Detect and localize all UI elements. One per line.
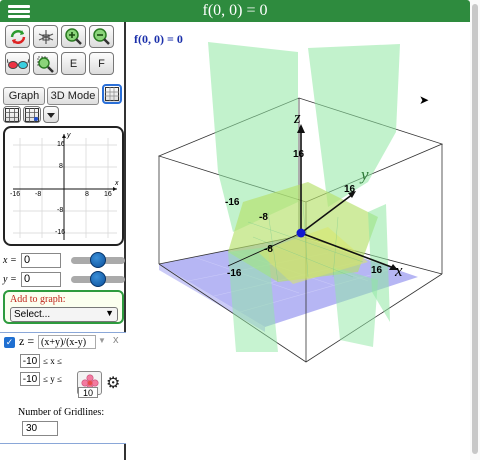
y-axis-label: y <box>361 165 369 184</box>
y-range-label: ≤ y ≤ <box>43 374 62 384</box>
x-min-input[interactable]: -10 <box>20 354 40 368</box>
y-min-input[interactable]: -10 <box>20 372 40 386</box>
rotate-icon[interactable] <box>5 25 30 48</box>
x-axis-label: x <box>395 261 403 280</box>
mini-x-tick: 8 <box>85 191 89 198</box>
grid-plain-icon[interactable] <box>3 106 21 123</box>
mini-y-tick: -8 <box>57 207 64 214</box>
function-value-label: f(0, 0) = 0 <box>134 32 183 46</box>
x-value-input[interactable]: 0 <box>21 252 61 268</box>
scrollbar-thumb[interactable] <box>472 4 478 454</box>
surface-back-right <box>308 44 400 207</box>
mini-graph[interactable]: -16 -8 8 16 16 8 -8 -16 x y <box>3 126 124 246</box>
zoom-in-icon[interactable] <box>61 25 86 48</box>
x-slider-row: x = 0 <box>3 251 125 269</box>
y-value-input[interactable]: 0 <box>21 271 61 287</box>
chevron-down-icon: ▼ <box>105 308 114 318</box>
y-slider-row: y = 0 <box>3 270 125 288</box>
add-select-value: Select... <box>14 309 51 320</box>
f-button[interactable]: F <box>89 52 114 75</box>
inner-tick: -8 <box>259 212 268 223</box>
x-slider-thumb[interactable] <box>90 252 106 268</box>
gridlines-input[interactable]: 30 <box>22 421 58 436</box>
zoom-box-icon[interactable] <box>33 52 58 75</box>
z-tick-16: 16 <box>293 149 305 160</box>
inner-tick: -16 <box>225 197 240 208</box>
dropdown-arrow-icon[interactable] <box>43 106 59 123</box>
remove-function-button[interactable]: x <box>113 334 119 346</box>
gridlines-label: Number of Gridlines: <box>18 407 105 418</box>
mini-x-label: x <box>115 180 119 187</box>
grid-dots-active-icon[interactable] <box>102 84 122 104</box>
title-bar: f(0, 0) = 0 <box>0 0 470 22</box>
zoom-out-icon[interactable] <box>89 25 114 48</box>
add-to-graph-label: Add to graph: <box>10 294 66 305</box>
add-to-graph-select[interactable]: Select... ▼ <box>10 307 118 322</box>
function-visible-checkbox[interactable]: ✓ <box>4 337 15 348</box>
mini-y-tick: -16 <box>55 229 66 236</box>
mini-x-tick: 16 <box>104 191 112 198</box>
x-range-label: ≤ x ≤ <box>43 356 62 366</box>
function-lhs: z = <box>19 334 35 348</box>
mini-x-tick: -16 <box>10 191 21 198</box>
mini-y-tick: 16 <box>57 141 65 148</box>
function-card: ✓ z = (x+y)/(x-y) ▼ x -10 ≤ x ≤ -10 ≤ y … <box>0 332 126 444</box>
glasses-icon[interactable] <box>5 52 30 75</box>
mini-y-tick: 8 <box>59 163 63 170</box>
grid-dots-icon[interactable] <box>23 106 41 123</box>
e-button[interactable]: E <box>61 52 86 75</box>
graph-mode-button[interactable]: Graph <box>3 87 45 105</box>
expression-dropdown-icon[interactable]: ▼ <box>98 336 108 348</box>
x-tick-neg16: -16 <box>227 268 242 279</box>
app-window: f(0, 0) = 0 E F Graph 3D Mode -16 -8 8 1… <box>0 0 480 460</box>
x-tick-16: 16 <box>371 265 383 276</box>
y-slider-label: y = <box>3 273 17 285</box>
x-slider-label: x = <box>3 254 17 266</box>
mini-y-label: y <box>67 132 71 139</box>
inner-tick: -8 <box>264 244 273 255</box>
z-axis-label: z <box>294 108 301 127</box>
y-slider-thumb[interactable] <box>90 271 106 287</box>
page-title: f(0, 0) = 0 <box>202 2 268 19</box>
3d-mode-button[interactable]: 3D Mode <box>47 87 99 105</box>
mini-x-tick: -8 <box>35 191 42 198</box>
gear-icon[interactable]: ⚙ <box>106 373 120 393</box>
side-panel: E F Graph 3D Mode -16 -8 8 16 16 8 -8 -1… <box>0 22 126 460</box>
origin-point <box>296 228 306 238</box>
reset-axes-icon[interactable] <box>33 25 58 48</box>
function-expression-input[interactable]: (x+y)/(x-y) <box>38 335 96 349</box>
mouse-cursor-icon: ➤ <box>419 93 430 107</box>
y-tick-16: 16 <box>344 184 356 195</box>
graph-canvas[interactable]: f(0, 0) = 0 z y x 16 16 -16 16 -16 -8 -8 <box>128 22 470 460</box>
x-max-input[interactable]: 10 <box>78 387 98 398</box>
surface-lower-right <box>333 267 378 347</box>
add-to-graph-box: Add to graph: Select... ▼ <box>3 290 124 324</box>
